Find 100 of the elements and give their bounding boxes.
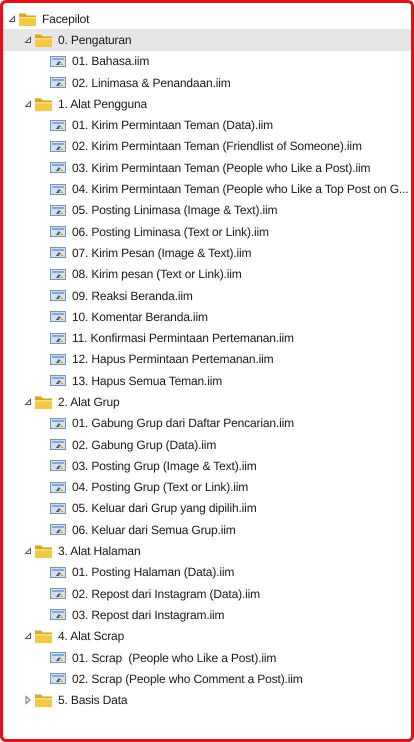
- item-label: 13. Hapus Semua Teman.iim: [72, 374, 222, 388]
- script-file-icon: [50, 523, 67, 536]
- folder-icon: [18, 10, 37, 27]
- tree-item[interactable]: 02. Scrap (People who Comment a Post).iim: [3, 668, 411, 690]
- item-label: 09. Reaksi Beranda.iim: [72, 288, 193, 302]
- script-file-icon: [50, 76, 67, 90]
- tree-item[interactable]: 01. Scrap (People who Like a Post).iim: [3, 646, 411, 668]
- script-file-icon: [50, 118, 67, 132]
- script-file-icon: [50, 480, 67, 494]
- folder-icon: [34, 32, 53, 48]
- item-label: 03. Kirim Permintaan Teman (People who Like a Post).iim: [72, 160, 370, 175]
- tree-item[interactable]: 13. Hapus Semua Teman.iim: [3, 370, 411, 392]
- tree-item[interactable]: 04. Kirim Permintaan Teman (People who Like a Top Post on G...: [3, 178, 411, 200]
- item-label: 01. Posting Halaman (Data).iim: [72, 565, 234, 580]
- item-label: 02. Kirim Permintaan Teman (Friendlist of Someone).iim: [72, 139, 362, 154]
- item-label: 08. Kirim pesan (Text or Link).iim: [72, 267, 242, 282]
- expand-arrow-icon[interactable]: [23, 695, 33, 706]
- tree-item[interactable]: 06. Posting Liminasa (Text or Link).iim: [3, 220, 411, 242]
- item-label: 02. Repost dari Instagram (Data).iim: [72, 586, 260, 601]
- script-file-icon: [50, 246, 67, 260]
- item-label: 0. Pengaturan: [58, 32, 132, 47]
- tree-item[interactable]: 05. Keluar dari Grup yang dipilih.iim: [3, 498, 411, 520]
- script-file-icon: [50, 587, 67, 600]
- script-file-icon: [50, 140, 67, 153]
- script-file-icon: [50, 608, 67, 622]
- tree-item[interactable]: 11. Konfirmasi Permintaan Pertemanan.iim: [3, 327, 411, 349]
- collapse-arrow-icon[interactable]: [23, 631, 33, 642]
- tree-item[interactable]: 12. Hapus Permintaan Pertemanan.iim: [3, 348, 411, 370]
- item-label: 05. Posting Linimasa (Image & Text).iim: [72, 203, 278, 218]
- tree-item[interactable]: 01. Kirim Permintaan Teman (Data).iim: [3, 114, 411, 136]
- script-file-icon: [50, 268, 67, 281]
- item-label: 12. Hapus Permintaan Pertemanan.iim: [72, 352, 274, 366]
- script-file-icon: [50, 182, 67, 196]
- collapse-arrow-icon[interactable]: [7, 14, 17, 24]
- tree-item[interactable]: 10. Komentar Beranda.iim: [3, 306, 411, 328]
- item-label: 1. Alat Pengguna: [58, 96, 148, 111]
- tree-item[interactable]: 03. Repost dari Instagram.iim: [3, 604, 411, 626]
- script-file-icon: [50, 352, 67, 366]
- script-file-icon: [50, 310, 67, 324]
- folder-icon: [34, 628, 53, 644]
- script-file-icon: [50, 54, 67, 68]
- item-label: 03. Repost dari Instagram.iim: [72, 608, 224, 622]
- tree-item[interactable]: 02. Kirim Permintaan Teman (Friendlist of Someone).iim: [3, 136, 411, 158]
- item-label: 4. Alat Scrap: [58, 629, 124, 644]
- collapse-arrow-icon[interactable]: [23, 546, 33, 556]
- item-label: 02. Scrap (People who Comment a Post).iim: [72, 672, 303, 686]
- tree-item[interactable]: 01. Posting Halaman (Data).iim: [3, 562, 411, 584]
- script-file-icon: [50, 332, 67, 345]
- tree-item[interactable]: 01. Bahasa.iim: [3, 50, 411, 72]
- tree-item[interactable]: 08. Kirim pesan (Text or Link).iim: [3, 264, 411, 285]
- folder-icon: [34, 96, 53, 112]
- tree-item[interactable]: 0. Pengaturan: [3, 29, 411, 51]
- tree-item[interactable]: 06. Keluar dari Semua Grup.iim: [3, 519, 411, 540]
- item-label: 04. Kirim Permintaan Teman (People who Like a Top Post on G...: [72, 182, 408, 196]
- tree-item[interactable]: 1. Alat Pengguna: [3, 93, 411, 114]
- tree-item[interactable]: 07. Kirim Pesan (Image & Text).iim: [3, 242, 411, 264]
- script-file-icon: [50, 374, 67, 388]
- item-label: 3. Alat Halaman: [58, 544, 140, 558]
- collapse-arrow-icon[interactable]: [23, 396, 33, 407]
- item-label: 10. Komentar Beranda.iim: [72, 310, 208, 324]
- item-label: 02. Linimasa & Penandaan.iim: [72, 76, 231, 90]
- item-label: 5. Basis Data: [58, 693, 128, 708]
- item-label: 07. Kirim Pesan (Image & Text).iim: [72, 246, 252, 260]
- tree-item[interactable]: Facepilot: [3, 8, 411, 30]
- script-file-icon: [50, 289, 67, 302]
- tree-item[interactable]: 04. Posting Grup (Text or Link).iim: [3, 476, 411, 498]
- tree-item[interactable]: 02. Repost dari Instagram (Data).iim: [3, 583, 411, 604]
- script-file-icon: [50, 459, 67, 472]
- item-label: 01. Bahasa.iim: [72, 54, 150, 68]
- item-label: 01. Gabung Grup dari Daftar Pencarian.iim: [72, 416, 294, 430]
- script-file-icon: [50, 161, 67, 174]
- script-file-icon: [50, 651, 67, 664]
- tree-item[interactable]: 5. Basis Data: [3, 690, 411, 711]
- script-file-icon: [50, 416, 67, 430]
- tree-item[interactable]: 02. Linimasa & Penandaan.iim: [3, 72, 411, 94]
- tree-item[interactable]: 2. Alat Grup: [3, 391, 411, 413]
- tree-item[interactable]: 01. Gabung Grup dari Daftar Pencarian.iim: [3, 412, 411, 434]
- tree-item[interactable]: 03. Kirim Permintaan Teman (People who Like a Post).iim: [3, 157, 411, 178]
- item-label: 01. Kirim Permintaan Teman (Data).iim: [72, 118, 273, 132]
- tree-item[interactable]: 03. Posting Grup (Image & Text).iim: [3, 455, 411, 477]
- item-label: 2. Alat Grup: [58, 394, 120, 409]
- item-label: 03. Posting Grup (Image & Text).iim: [72, 458, 257, 473]
- tree-item[interactable]: 02. Gabung Grup (Data).iim: [3, 434, 411, 456]
- collapse-arrow-icon[interactable]: [23, 34, 33, 45]
- tree-item[interactable]: 09. Reaksi Beranda.iim: [3, 284, 411, 306]
- script-file-icon: [50, 438, 67, 452]
- tree-item[interactable]: 4. Alat Scrap: [3, 626, 411, 647]
- script-file-icon: [50, 672, 67, 686]
- script-file-icon: [50, 204, 67, 217]
- tree-item[interactable]: 05. Posting Linimasa (Image & Text).iim: [3, 200, 411, 221]
- item-label: 04. Posting Grup (Text or Link).iim: [72, 480, 248, 494]
- item-label: 06. Keluar dari Semua Grup.iim: [72, 522, 236, 537]
- collapse-arrow-icon[interactable]: [23, 98, 33, 109]
- item-label: 01. Scrap (People who Like a Post).iim: [72, 650, 276, 665]
- folder-icon: [34, 394, 53, 410]
- tree-item[interactable]: 3. Alat Halaman: [3, 540, 411, 562]
- script-file-icon: [50, 502, 67, 515]
- item-label: 05. Keluar dari Grup yang dipilih.iim: [72, 501, 257, 516]
- script-file-icon: [50, 566, 67, 579]
- script-file-icon: [50, 225, 67, 238]
